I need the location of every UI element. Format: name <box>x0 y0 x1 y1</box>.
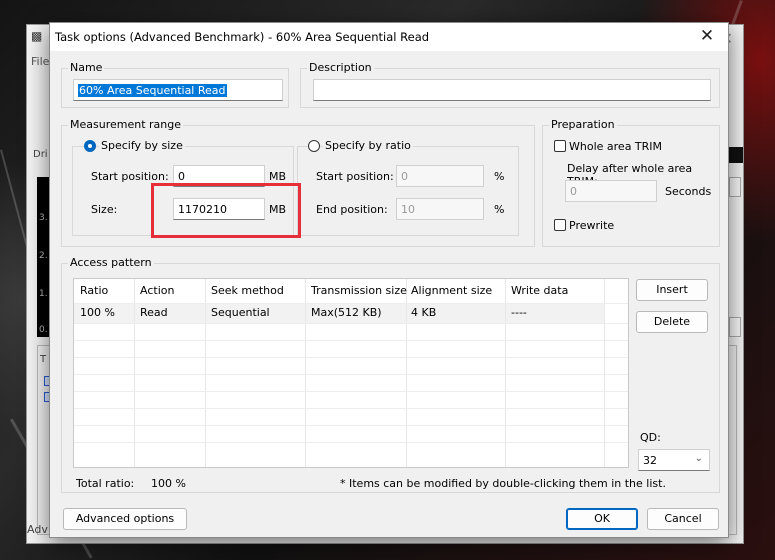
start-position-label: Start position: <box>91 170 169 183</box>
cell-ratio[interactable]: 100 % <box>76 303 115 323</box>
description-input[interactable] <box>313 79 711 101</box>
insert-button[interactable]: Insert <box>636 279 708 301</box>
description-group-label: Description <box>307 61 374 74</box>
whole-area-trim-checkbox[interactable] <box>554 140 566 152</box>
chevron-down-icon: ⌄ <box>694 453 703 464</box>
cell-seek-method[interactable]: Sequential <box>207 303 270 323</box>
column-header-alignment-size[interactable]: Alignment size <box>407 281 492 301</box>
row-divider <box>74 340 628 341</box>
ratio-start-position-value: 0 <box>401 170 408 183</box>
highlight-annotation-box <box>151 183 301 238</box>
row-divider <box>74 408 628 409</box>
column-header-action[interactable]: Action <box>136 281 174 301</box>
start-position-unit: MB <box>269 170 287 183</box>
end-position-label: End position: <box>316 203 388 216</box>
cell-action[interactable]: Read <box>136 303 168 323</box>
end-position-unit: % <box>494 203 505 216</box>
name-group: Name 60% Area Sequential Read <box>61 61 289 108</box>
close-icon[interactable]: ✕ <box>696 25 718 47</box>
specify-by-size-radio[interactable] <box>84 140 96 152</box>
qd-select[interactable]: 32 ⌄ <box>638 449 710 471</box>
background-button[interactable] <box>729 317 741 337</box>
specify-by-ratio-group: Specify by ratio Start position: 0 % End… <box>297 139 519 236</box>
ratio-start-position-unit: % <box>494 170 505 183</box>
size-label: Size: <box>91 203 118 216</box>
description-group: Description <box>300 61 720 108</box>
dialog-titlebar: Task options (Advanced Benchmark) - 60% … <box>50 23 728 51</box>
ok-button[interactable]: OK <box>566 508 638 530</box>
graph-tick: 3. <box>39 213 48 223</box>
row-divider <box>74 323 628 324</box>
background-menu-file[interactable]: File <box>31 55 49 68</box>
whole-area-trim-label: Whole area TRIM <box>569 140 663 153</box>
row-divider <box>74 391 628 392</box>
name-group-label: Name <box>68 61 105 74</box>
graph-tick: 1. <box>39 289 48 299</box>
end-position-value: 10 <box>401 203 415 216</box>
specify-by-size-label: Specify by size <box>99 139 185 152</box>
background-drive-label: Dri <box>33 149 48 160</box>
preparation-label: Preparation <box>549 118 617 131</box>
delay-value: 0 <box>570 185 577 198</box>
graph-tick: 2. <box>39 251 48 261</box>
total-ratio-value: 100 % <box>151 477 186 490</box>
name-input-value: 60% Area Sequential Read <box>78 84 227 97</box>
column-divider <box>505 279 506 467</box>
column-divider <box>134 279 135 467</box>
cancel-button[interactable]: Cancel <box>647 508 719 530</box>
background-lower-label: T <box>40 354 47 365</box>
prewrite-checkbox[interactable] <box>554 219 566 231</box>
task-options-dialog: Task options (Advanced Benchmark) - 60% … <box>49 22 729 538</box>
graph-tick: 0. <box>39 325 48 335</box>
access-pattern-label: Access pattern <box>68 256 154 269</box>
column-divider <box>205 279 206 467</box>
column-header-ratio[interactable]: Ratio <box>76 281 108 301</box>
specify-by-ratio-label: Specify by ratio <box>323 139 413 152</box>
cell-write-data[interactable]: ---- <box>507 303 527 323</box>
qd-label: QD: <box>640 431 661 444</box>
preparation-group: Preparation Whole area TRIM Delay after … <box>542 118 720 247</box>
ratio-start-position-label: Start position: <box>316 170 394 183</box>
access-pattern-table[interactable]: Ratio Action Seek method Transmission si… <box>73 278 629 468</box>
column-header-seek-method[interactable]: Seek method <box>207 281 284 301</box>
column-divider <box>305 279 306 467</box>
background-advanced-label: Adv <box>27 523 48 536</box>
dialog-title: Task options (Advanced Benchmark) - 60% … <box>55 30 430 44</box>
column-header-transmission-size[interactable]: Transmission size <box>307 281 407 301</box>
hint-text: * Items can be modified by double-clicki… <box>340 477 666 490</box>
prewrite-label: Prewrite <box>569 219 615 232</box>
delay-input[interactable]: 0 <box>565 180 657 202</box>
background-panel <box>729 147 743 163</box>
row-divider <box>74 442 628 443</box>
row-divider <box>74 425 628 426</box>
column-divider <box>604 279 605 467</box>
cell-transmission-size[interactable]: Max(512 KB) <box>307 303 382 323</box>
advanced-options-button[interactable]: Advanced options <box>63 508 187 530</box>
cell-alignment-size[interactable]: 4 KB <box>407 303 436 323</box>
qd-value: 32 <box>643 454 657 467</box>
row-divider <box>74 357 628 358</box>
ratio-start-position-input[interactable]: 0 <box>396 165 484 187</box>
total-ratio-label: Total ratio: <box>76 477 135 490</box>
row-divider <box>74 374 628 375</box>
name-input[interactable]: 60% Area Sequential Read <box>73 79 283 101</box>
end-position-input[interactable]: 10 <box>396 198 484 220</box>
start-position-value: 0 <box>178 170 185 183</box>
delay-unit: Seconds <box>665 185 712 198</box>
specify-by-ratio-radio[interactable] <box>308 140 320 152</box>
measurement-range-label: Measurement range <box>68 118 183 131</box>
background-button[interactable] <box>729 177 741 197</box>
column-header-write-data[interactable]: Write data <box>507 281 568 301</box>
delete-button[interactable]: Delete <box>636 311 708 333</box>
